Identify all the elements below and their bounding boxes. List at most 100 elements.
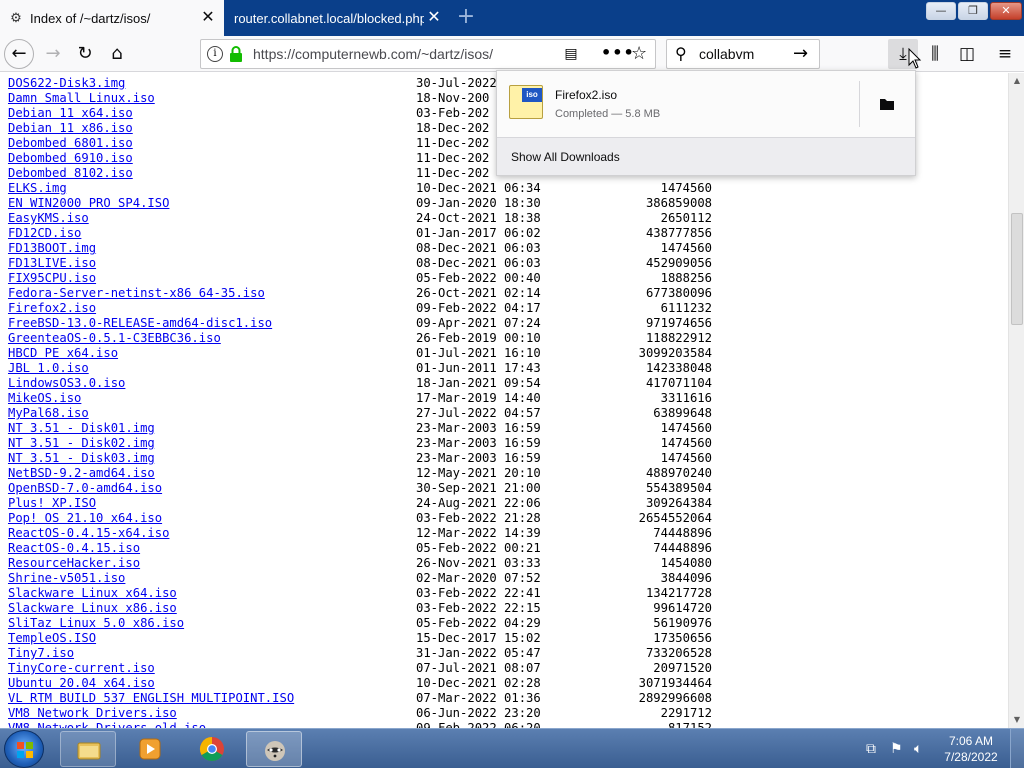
file-size: 6111232	[660, 301, 712, 315]
file-link[interactable]: ReactOS-0.4.15-x64.iso	[8, 526, 169, 541]
site-info-icon[interactable]: i	[207, 46, 223, 62]
close-window-button[interactable]: ✕	[990, 2, 1022, 20]
file-link[interactable]: VM8 Network Drivers old.iso	[8, 721, 206, 728]
file-link[interactable]: FreeBSD-13.0-RELEASE-amd64-disc1.iso	[8, 316, 272, 331]
file-size: 142338048	[645, 361, 712, 375]
search-go-arrow-icon[interactable]: →	[793, 43, 808, 64]
file-size: 1474560	[660, 181, 712, 195]
file-size: 1888256	[660, 271, 712, 285]
reader-view-icon[interactable]: ▤	[563, 46, 579, 62]
file-link[interactable]: FD13LIVE.iso	[8, 256, 96, 271]
file-link[interactable]: VM8 Network Drivers.iso	[8, 706, 177, 721]
taskbar-explorer[interactable]	[60, 731, 116, 767]
show-desktop-button[interactable]	[1010, 729, 1024, 768]
search-input[interactable]: collabvm	[699, 46, 754, 62]
file-link[interactable]: Debombed 8102.iso	[8, 166, 133, 181]
show-all-downloads-button[interactable]: Show All Downloads	[497, 137, 915, 175]
file-size: 1454080	[660, 556, 712, 570]
file-link[interactable]: OpenBSD-7.0-amd64.iso	[8, 481, 162, 496]
file-link[interactable]: EN WIN2000 PRO SP4.ISO	[8, 196, 169, 211]
file-link[interactable]: MyPal68.iso	[8, 406, 89, 421]
file-link[interactable]: ReactOS-0.4.15.iso	[8, 541, 140, 556]
back-arrow-icon[interactable]: ←	[4, 39, 34, 69]
minimize-button[interactable]: —	[926, 2, 956, 20]
file-link[interactable]: Ubuntu 20.04 x64.iso	[8, 676, 155, 691]
file-link[interactable]: Debian 11 x86.iso	[8, 121, 133, 136]
tab-close-icon[interactable]: ✕	[424, 8, 444, 28]
hamburger-menu-icon[interactable]: ≡	[990, 39, 1020, 69]
vertical-scrollbar[interactable]: ▲ ▼	[1008, 73, 1024, 728]
file-link[interactable]: Debombed 6801.iso	[8, 136, 133, 151]
file-link[interactable]: Debian 11 x64.iso	[8, 106, 133, 121]
file-link[interactable]: FD12CD.iso	[8, 226, 81, 241]
forward-arrow-icon[interactable]: →	[38, 39, 68, 69]
sidebar-toggle-icon[interactable]: ◫	[952, 39, 982, 69]
file-size: 1474560	[660, 451, 712, 465]
home-icon[interactable]: ⌂	[102, 39, 132, 69]
file-link[interactable]: NT 3.51 - Disk03.img	[8, 451, 155, 466]
file-link[interactable]: TempleOS.ISO	[8, 631, 96, 646]
file-link[interactable]: EasyKMS.iso	[8, 211, 89, 226]
file-link[interactable]: FD13BOOT.img	[8, 241, 96, 256]
file-link[interactable]: Tiny7.iso	[8, 646, 74, 661]
file-link[interactable]: Slackware Linux x64.iso	[8, 586, 177, 601]
file-size: 3071934464	[638, 676, 712, 690]
file-size: 438777856	[645, 226, 712, 240]
file-link[interactable]: JBL 1.0.iso	[8, 361, 89, 376]
file-link[interactable]: Plus! XP.ISO	[8, 496, 96, 511]
tab-close-icon[interactable]: ✕	[198, 8, 218, 28]
file-link[interactable]: Firefox2.iso	[8, 301, 96, 316]
download-item[interactable]: iso Firefox2.iso Completed — 5.8 MB	[497, 71, 915, 137]
taskbar-chrome[interactable]	[184, 731, 240, 767]
file-link[interactable]: Fedora-Server-netinst-x86 64-35.iso	[8, 286, 265, 301]
download-status: Completed — 5.8 MB	[555, 108, 661, 120]
taskbar-collabvm[interactable]	[246, 731, 302, 767]
file-link[interactable]: GreenteaOS-0.5.1-C3EBBC36.iso	[8, 331, 221, 346]
file-link[interactable]: VL RTM BUILD 537 ENGLISH MULTIPOINT.ISO	[8, 691, 294, 706]
file-link[interactable]: LindowsOS3.0.iso	[8, 376, 125, 391]
file-link[interactable]: ELKS.img	[8, 181, 67, 196]
search-bar[interactable]: ⚲ collabvm →	[666, 39, 820, 69]
system-clock[interactable]: 7:06 AM 7/28/2022	[938, 733, 1004, 765]
address-bar[interactable]: i https://computernewb.com/~dartz/isos/ …	[200, 39, 656, 69]
reload-icon[interactable]: ↻	[70, 39, 100, 69]
file-link[interactable]: TinyCore-current.iso	[8, 661, 155, 676]
maximize-button[interactable]: ❐	[958, 2, 988, 20]
url-text[interactable]: https://computernewb.com/~dartz/isos/	[253, 46, 493, 62]
folder-icon	[77, 742, 101, 760]
scrollbar-thumb[interactable]	[1011, 213, 1023, 325]
tab-router-blocked[interactable]: router.collabnet.local/blocked.php ✕	[224, 0, 450, 36]
file-link[interactable]: SliTaz Linux 5.0 x86.iso	[8, 616, 184, 631]
scroll-up-arrow-icon[interactable]: ▲	[1009, 73, 1024, 89]
file-link[interactable]: Pop! OS 21.10 x64.iso	[8, 511, 162, 526]
page-actions-icon[interactable]: •••	[601, 43, 635, 62]
file-link[interactable]: Debombed 6910.iso	[8, 151, 133, 166]
padlock-icon[interactable]	[229, 46, 243, 62]
open-folder-icon[interactable]	[875, 93, 899, 113]
file-link[interactable]: NT 3.51 - Disk01.img	[8, 421, 155, 436]
file-link[interactable]: DOS622-Disk3.img	[8, 76, 125, 91]
new-tab-plus-icon[interactable]: +	[452, 4, 480, 32]
scroll-down-arrow-icon[interactable]: ▼	[1009, 712, 1024, 728]
file-link[interactable]: HBCD PE x64.iso	[8, 346, 118, 361]
file-link[interactable]: NT 3.51 - Disk02.img	[8, 436, 155, 451]
file-date: 23-Mar-2003 16:59	[416, 436, 541, 450]
action-center-flag-icon[interactable]: ⚑	[890, 741, 903, 757]
bookmark-star-icon[interactable]: ☆	[631, 43, 647, 64]
tab-index-isos[interactable]: ⚙ Index of /~dartz/isos/ ✕	[0, 0, 224, 36]
file-link[interactable]: FIX95CPU.iso	[8, 271, 96, 286]
file-link[interactable]: Slackware Linux x86.iso	[8, 601, 177, 616]
library-icon[interactable]: ⫼	[920, 39, 950, 69]
volume-icon[interactable]: 🔈︎	[914, 741, 922, 757]
network-icon[interactable]: ⧉	[866, 741, 876, 757]
start-button[interactable]	[4, 730, 44, 768]
file-size: 56190976	[653, 616, 712, 630]
file-link[interactable]: Shrine-v5051.iso	[8, 571, 125, 586]
chrome-icon	[199, 737, 224, 762]
file-link[interactable]: NetBSD-9.2-amd64.iso	[8, 466, 155, 481]
file-link[interactable]: Damn Small Linux.iso	[8, 91, 155, 106]
file-link[interactable]: ResourceHacker.iso	[8, 556, 140, 571]
file-link[interactable]: MikeOS.iso	[8, 391, 81, 406]
file-size: 2291712	[660, 706, 712, 720]
taskbar-media-player[interactable]	[122, 731, 178, 767]
